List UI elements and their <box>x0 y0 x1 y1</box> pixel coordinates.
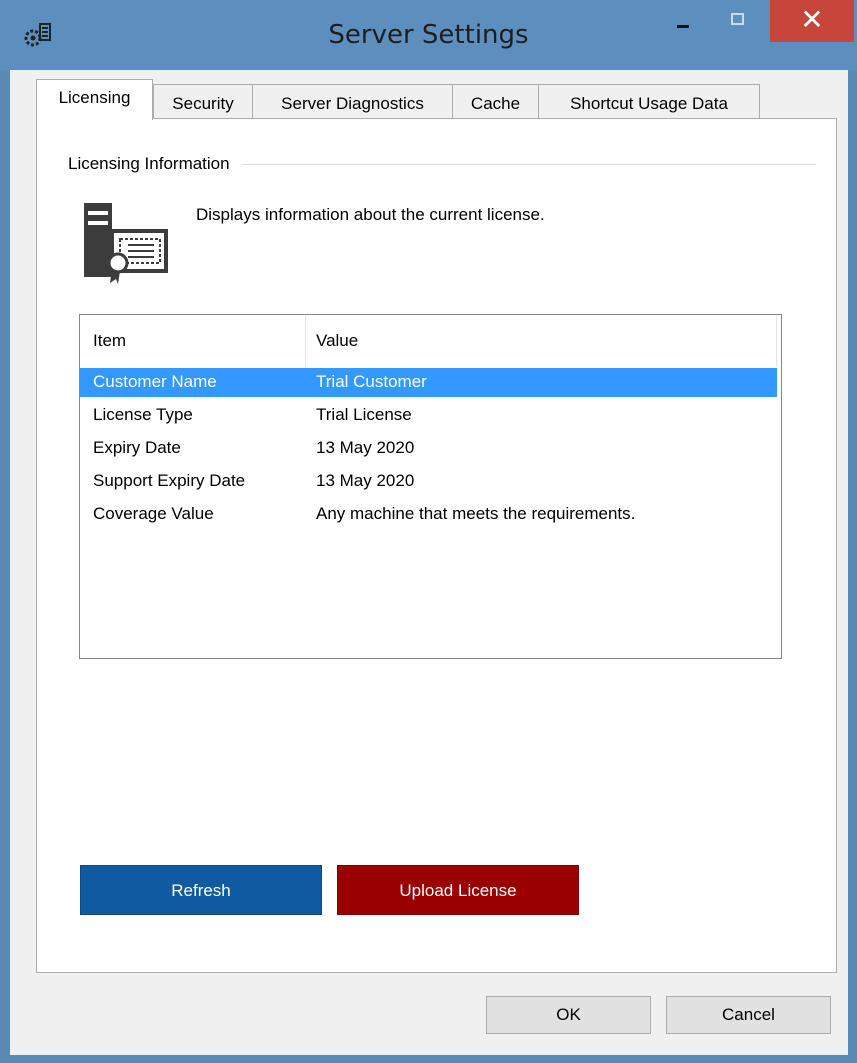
table-header: Item Value <box>80 315 777 367</box>
row-item: Coverage Value <box>93 504 214 523</box>
table-row[interactable]: License Type Trial License <box>80 401 777 430</box>
cancel-button[interactable]: Cancel <box>666 996 831 1034</box>
row-item: Expiry Date <box>93 438 181 457</box>
license-info-table[interactable]: Item Value Customer Name Trial Customer … <box>79 314 782 659</box>
row-value: 13 May 2020 <box>316 438 415 457</box>
row-item: Customer Name <box>93 372 217 391</box>
close-icon: ✕ <box>800 3 824 36</box>
table-row[interactable]: Expiry Date 13 May 2020 <box>80 434 777 463</box>
table-row[interactable]: Coverage Value Any machine that meets th… <box>80 500 777 529</box>
row-value: Trial License <box>316 405 412 424</box>
row-value: Trial Customer <box>316 372 427 391</box>
maximize-icon[interactable] <box>716 0 762 42</box>
tab-security[interactable]: Security <box>153 84 253 118</box>
row-value: 13 May 2020 <box>316 471 415 490</box>
tab-shortcut-usage-data[interactable]: Shortcut Usage Data <box>538 84 760 118</box>
row-value: Any machine that meets the requirements. <box>316 504 636 523</box>
ok-button[interactable]: OK <box>486 996 651 1034</box>
table-row[interactable]: Customer Name Trial Customer <box>80 368 777 397</box>
refresh-button[interactable]: Refresh <box>80 865 322 915</box>
column-separator[interactable] <box>776 315 777 367</box>
tab-cache[interactable]: Cache <box>452 84 539 118</box>
column-header-item[interactable]: Item <box>93 331 126 351</box>
row-item: License Type <box>93 405 193 424</box>
column-header-value[interactable]: Value <box>316 331 358 351</box>
licensing-tab-panel: Licensing Information Displays informati… <box>36 118 837 973</box>
table-row[interactable]: Support Expiry Date 13 May 2020 <box>80 467 777 496</box>
row-item: Support Expiry Date <box>93 471 246 490</box>
minimize-icon[interactable] <box>660 0 706 42</box>
title-bar[interactable]: Server Settings ✕ <box>0 0 857 70</box>
description-text: Displays information about the current l… <box>196 205 545 224</box>
tab-licensing[interactable]: Licensing <box>36 79 153 120</box>
column-separator[interactable] <box>305 315 306 367</box>
dialog-client-area: Licensing Security Server Diagnostics Ca… <box>10 70 848 1055</box>
group-title: Licensing Information <box>68 154 242 174</box>
license-certificate-icon <box>84 203 168 284</box>
upload-license-button[interactable]: Upload License <box>337 865 579 915</box>
tab-server-diagnostics[interactable]: Server Diagnostics <box>252 84 453 118</box>
server-settings-window: Server Settings ✕ Licensing Security Ser… <box>0 0 857 1063</box>
close-button[interactable]: ✕ <box>770 0 854 42</box>
